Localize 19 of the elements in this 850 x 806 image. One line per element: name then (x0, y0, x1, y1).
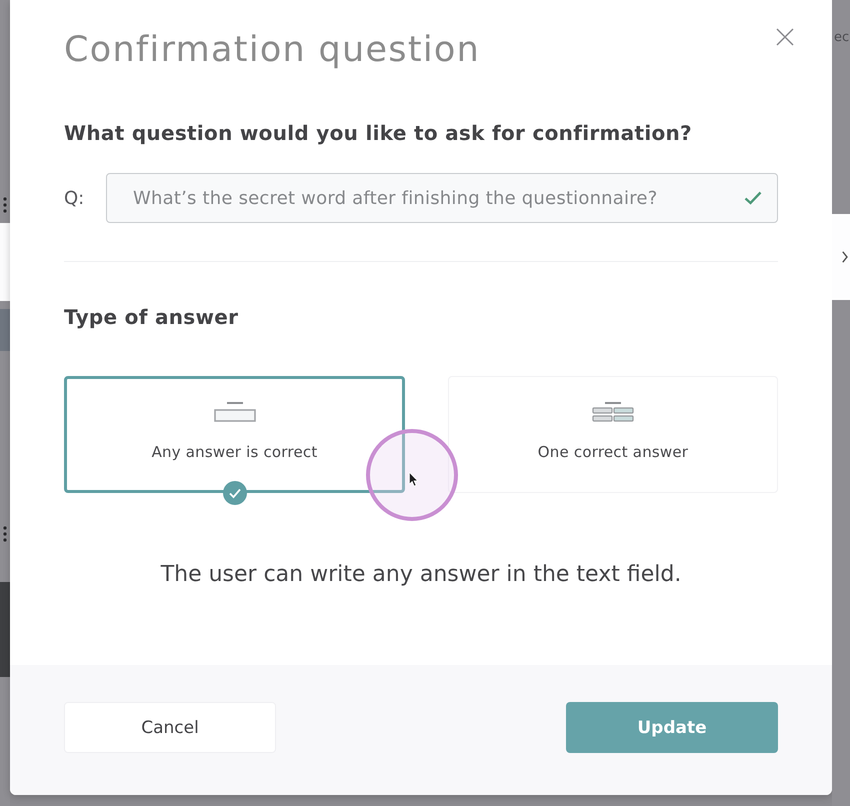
section-heading: Type of answer (64, 304, 240, 330)
selected-check-icon (222, 481, 246, 505)
backdrop-panel (0, 309, 10, 351)
mouse-pointer-icon (409, 472, 418, 487)
kebab-menu-icon (3, 197, 7, 213)
answer-grid-icon (592, 402, 634, 422)
answer-type-option[interactable]: One correct answer (448, 376, 778, 493)
answer-type-option[interactable]: Any answer is correct (64, 376, 405, 493)
backdrop-text: ec (833, 30, 850, 46)
kebab-menu-icon (3, 526, 7, 542)
question-prefix: Q: (64, 188, 84, 208)
dialog-title: Confirmation question (64, 29, 480, 72)
click-highlight-ring-icon (365, 428, 459, 522)
chevron-right-icon (842, 251, 848, 263)
cancel-button[interactable]: Cancel (64, 702, 276, 753)
answer-type-description: The user can write any answer in the text field. (160, 561, 682, 589)
close-icon[interactable] (776, 28, 794, 46)
section-heading: What question would you like to ask for confirmation? (64, 120, 693, 146)
input-line-icon (214, 402, 256, 422)
